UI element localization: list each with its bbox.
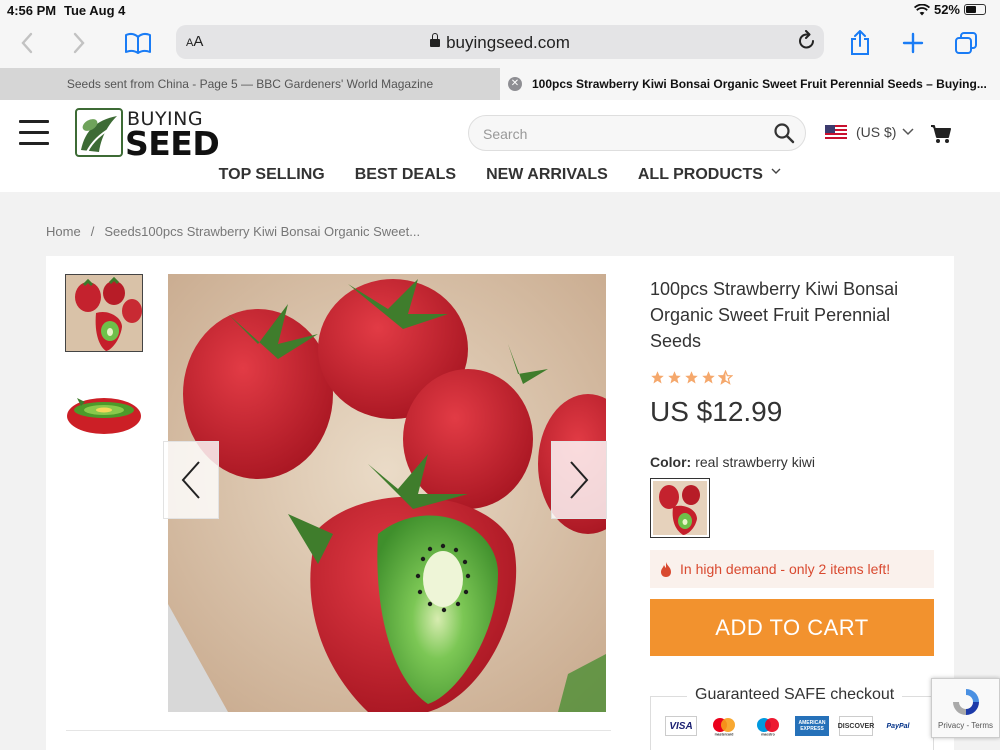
color-value: real strawberry kiwi: [695, 454, 816, 470]
product-price: US $12.99: [650, 396, 783, 427]
recaptcha-badge[interactable]: Privacy - Terms: [931, 678, 1000, 738]
half-star-icon: [718, 370, 733, 385]
forward-icon[interactable]: [66, 28, 92, 58]
search-placeholder: Search: [483, 126, 528, 142]
amex-icon: AMERICAN EXPRESS: [795, 716, 829, 736]
visa-icon: VISA: [665, 716, 697, 736]
url-display: buyingseed.com: [176, 33, 824, 53]
recaptcha-links: Privacy - Terms: [938, 721, 993, 730]
tab-title: Seeds sent from China - Page 5 — BBC Gar…: [66, 77, 434, 91]
maestro-label: maestro: [761, 733, 775, 737]
reload-icon[interactable]: [798, 30, 816, 55]
share-icon[interactable]: [846, 28, 874, 58]
currency-selector[interactable]: (US $): [825, 124, 914, 140]
visa-label: VISA: [669, 720, 693, 732]
safe-checkout-label: Guaranteed SAFE checkout: [687, 686, 903, 704]
status-date: Tue Aug 4: [64, 3, 126, 18]
chevron-down-icon: [771, 168, 781, 174]
battery-icon: [964, 4, 986, 15]
search-input[interactable]: Search: [468, 115, 806, 151]
nav-all-products[interactable]: ALL PRODUCTS: [638, 166, 782, 184]
discover-label: DISCOVER: [837, 722, 875, 730]
close-tab-icon[interactable]: ✕: [508, 77, 522, 91]
lock-icon: [430, 33, 441, 47]
chevron-down-icon: [902, 128, 914, 136]
product-title: 100pcs Strawberry Kiwi Bonsai Organic Sw…: [650, 279, 899, 351]
product-main-image[interactable]: [168, 274, 606, 712]
paypal-label: PayPal: [886, 722, 910, 730]
logo-leaf-icon: [75, 108, 123, 157]
us-flag-icon: [825, 125, 847, 139]
amex-label: AMERICAN EXPRESS: [798, 720, 826, 732]
fire-icon: [661, 561, 671, 577]
status-time: 4:56 PM: [7, 3, 57, 18]
mastercard-label: mastercard: [715, 733, 734, 737]
color-swatch[interactable]: [650, 478, 710, 538]
tabs-overview-icon[interactable]: [952, 28, 980, 58]
site-logo[interactable]: BUYING SEED: [75, 108, 220, 163]
demand-notice: In high demand - only 2 items left!: [650, 550, 934, 588]
thumbnail-2[interactable]: [65, 376, 143, 454]
next-image-button[interactable]: [551, 441, 607, 519]
wifi-icon: [913, 3, 930, 15]
mastercard-icon: mastercard: [707, 716, 741, 736]
prev-image-button[interactable]: [163, 441, 219, 519]
thumbnail-1[interactable]: [65, 274, 143, 352]
breadcrumb-separator: /: [90, 224, 95, 239]
star-icon: [651, 371, 664, 384]
browser-toolbar: AA buyingseed.com: [0, 20, 1000, 68]
maestro-icon: maestro: [751, 716, 785, 736]
logo-text-seed: SEED: [125, 124, 220, 163]
star-icon: [668, 371, 681, 384]
nav-best-deals[interactable]: BEST DEALS: [355, 166, 456, 184]
nav-top-selling[interactable]: TOP SELLING: [219, 166, 325, 184]
star-icon: [685, 371, 698, 384]
nav-new-arrivals[interactable]: NEW ARRIVALS: [486, 166, 608, 184]
back-icon[interactable]: [14, 28, 40, 58]
rating-stars[interactable]: [650, 370, 733, 385]
safe-checkout-box: Guaranteed SAFE checkout VISA mastercard…: [650, 686, 934, 750]
breadcrumb-home[interactable]: Home: [46, 224, 81, 239]
url-text: buyingseed.com: [446, 33, 570, 52]
currency-label: (US $): [856, 124, 897, 140]
new-tab-icon[interactable]: [900, 28, 926, 58]
color-row: Color: real strawberry kiwi: [650, 454, 815, 470]
paypal-icon: PayPal: [883, 716, 913, 736]
menu-icon[interactable]: [19, 120, 49, 145]
product-card: 100pcs Strawberry Kiwi Bonsai Organic Sw…: [46, 256, 954, 750]
status-bar: 4:56 PM Tue Aug 4 52%: [0, 0, 1000, 20]
chevron-right-icon: [570, 461, 589, 499]
color-label: Color:: [650, 454, 692, 470]
add-to-cart-button[interactable]: ADD TO CART: [650, 599, 934, 656]
demand-text: In high demand - only 2 items left!: [680, 561, 891, 577]
divider: [66, 730, 611, 731]
battery-percent: 52%: [933, 2, 960, 17]
breadcrumb: Home / Seeds100pcs Strawberry Kiwi Bonsai …: [46, 224, 420, 239]
nav-all-products-label: ALL PRODUCTS: [637, 166, 763, 183]
tab-buyingseed[interactable]: ✕ 100pcs Strawberry Kiwi Bonsai Organic …: [500, 68, 1000, 100]
tab-strip: Seeds sent from China - Page 5 — BBC Gar…: [0, 68, 1000, 100]
payment-methods: VISA mastercard maestro AMERICAN EXPRESS…: [665, 716, 913, 736]
star-icon: [702, 371, 715, 384]
main-nav: TOP SELLING BEST DEALS NEW ARRIVALS ALL …: [0, 166, 1000, 184]
tab-title: 100pcs Strawberry Kiwi Bonsai Organic Sw…: [532, 77, 987, 91]
recaptcha-icon: [952, 689, 979, 715]
address-bar[interactable]: AA buyingseed.com: [176, 25, 824, 59]
breadcrumb-current: Seeds100pcs Strawberry Kiwi Bonsai Organ…: [104, 224, 421, 239]
chevron-left-icon: [181, 461, 200, 499]
cart-icon[interactable]: [930, 124, 952, 149]
search-icon[interactable]: [773, 122, 795, 149]
site-header: BUYING SEED Search (US $) TOP SELLING BE…: [0, 100, 1000, 192]
status-indicators: 52%: [913, 2, 986, 17]
bookmarks-icon[interactable]: [122, 28, 154, 58]
discover-icon: DISCOVER: [837, 716, 875, 736]
tab-bbc-gardeners[interactable]: Seeds sent from China - Page 5 — BBC Gar…: [0, 68, 500, 100]
